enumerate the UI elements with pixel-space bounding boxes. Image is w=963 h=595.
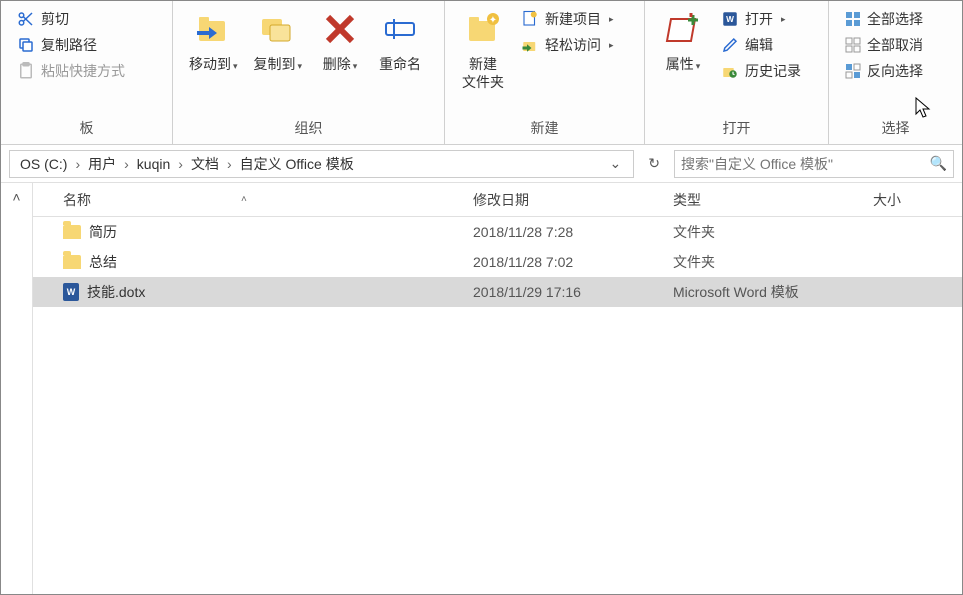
chevron-right-icon[interactable]: › [73, 156, 82, 172]
scissors-icon [17, 10, 35, 28]
cut-button[interactable]: 剪切 [13, 7, 129, 31]
column-headers: 名称 ˄ 修改日期 类型 大小 [33, 183, 962, 217]
file-name: 简历 [89, 222, 117, 242]
column-name[interactable]: 名称 ˄ [33, 190, 473, 210]
open-button[interactable]: W 打开▸ [717, 7, 805, 31]
rename-button[interactable]: 重命名 [370, 5, 430, 75]
search-box[interactable]: 🔍 [674, 150, 954, 178]
svg-text:✦: ✦ [489, 15, 497, 26]
address-bar: OS (C:)› 用户› kuqin› 文档› 自定义 Office 模板 ⌄ … [1, 145, 962, 183]
new-folder-button[interactable]: ✦ 新建 文件夹 [453, 5, 513, 93]
nav-tree-strip[interactable]: ˄ [1, 183, 33, 594]
column-size[interactable]: 大小 [873, 190, 962, 210]
clipboard-group-label: 板 [1, 114, 172, 144]
open-group-label: 打开 [645, 114, 828, 144]
file-name: 技能.dotx [87, 282, 145, 302]
delete-button[interactable]: 删除▾ [310, 5, 370, 75]
chevron-right-icon[interactable]: › [176, 156, 185, 172]
edit-button[interactable]: 编辑 [717, 33, 805, 57]
column-type[interactable]: 类型 [673, 190, 873, 210]
copy-path-icon [17, 36, 35, 54]
folder-icon [63, 255, 81, 269]
copy-to-button[interactable]: 复制到▾ [246, 5, 311, 75]
file-list: 名称 ˄ 修改日期 类型 大小 简历2018/11/28 7:28文件夹总结20… [33, 183, 962, 594]
paste-shortcut-label: 粘贴快捷方式 [41, 61, 125, 81]
ribbon-group-clipboard: 剪切 复制路径 粘贴快捷方式 板 [1, 1, 173, 144]
breadcrumb-dropdown-icon[interactable]: ⌄ [604, 153, 628, 174]
word-file-icon: W [63, 283, 79, 301]
edit-icon [721, 36, 739, 54]
cut-label: 剪切 [41, 9, 69, 29]
new-folder-icon: ✦ [463, 9, 503, 49]
new-group-label: 新建 [445, 114, 644, 144]
copy-path-button[interactable]: 复制路径 [13, 33, 129, 57]
file-type: 文件夹 [673, 252, 913, 272]
folder-icon [63, 225, 81, 239]
history-button[interactable]: 历史记录 [717, 59, 805, 83]
ribbon-group-organize: 移动到▾ 复制到▾ 删除▾ 重命名 组织 [173, 1, 445, 144]
move-to-icon [193, 9, 233, 49]
new-item-button[interactable]: 新建项目▸ [517, 7, 618, 31]
ribbon-group-select: 全部选择 全部取消 反向选择 选择 [829, 1, 962, 144]
select-all-button[interactable]: 全部选择 [841, 7, 927, 31]
table-row[interactable]: 总结 2018/11/28 7:02文件夹 [33, 247, 962, 277]
svg-text:W: W [726, 15, 734, 24]
delete-x-icon [322, 11, 358, 47]
file-name: 总结 [89, 252, 117, 272]
word-open-icon: W [721, 10, 739, 28]
crumb-0[interactable]: OS (C:) [16, 154, 71, 174]
refresh-button[interactable]: ↻ [642, 153, 666, 174]
easy-access-button[interactable]: 轻松访问▸ [517, 33, 618, 57]
invert-selection-icon [845, 63, 861, 79]
ribbon-group-new: ✦ 新建 文件夹 新建项目▸ 轻松访问▸ 新建 [445, 1, 645, 144]
chevron-right-icon[interactable]: › [122, 156, 131, 172]
breadcrumb[interactable]: OS (C:)› 用户› kuqin› 文档› 自定义 Office 模板 ⌄ [9, 150, 634, 178]
ribbon: 剪切 复制路径 粘贴快捷方式 板 移动到▾ 复制到▾ [1, 1, 962, 145]
ribbon-group-open: 属性▾ W 打开▸ 编辑 历史记录 打开 [645, 1, 829, 144]
file-type: Microsoft Word 模板 [673, 282, 913, 302]
select-group-label: 选择 [829, 114, 962, 144]
history-icon [721, 62, 739, 80]
invert-selection-button[interactable]: 反向选择 [841, 59, 927, 83]
rename-icon [380, 9, 420, 49]
file-rows: 简历2018/11/28 7:28文件夹总结2018/11/28 7:02文件夹… [33, 217, 962, 594]
copy-path-label: 复制路径 [41, 35, 97, 55]
move-to-button[interactable]: 移动到▾ [181, 5, 246, 75]
properties-icon [663, 9, 703, 49]
chevron-right-icon[interactable]: › [225, 156, 234, 172]
new-item-icon [521, 10, 539, 28]
search-input[interactable] [681, 156, 930, 172]
column-date[interactable]: 修改日期 [473, 190, 673, 210]
file-date: 2018/11/29 17:16 [473, 284, 673, 300]
table-row[interactable]: W 技能.dotx 2018/11/29 17:16Microsoft Word 模… [33, 277, 962, 307]
file-type: 文件夹 [673, 222, 913, 242]
paste-shortcut-button[interactable]: 粘贴快捷方式 [13, 59, 129, 83]
search-icon[interactable]: 🔍 [930, 155, 947, 172]
select-all-icon [845, 11, 861, 27]
crumb-1[interactable]: 用户 [84, 152, 120, 176]
select-none-button[interactable]: 全部取消 [841, 33, 927, 57]
paste-shortcut-icon [17, 62, 35, 80]
content-area: ˄ 名称 ˄ 修改日期 类型 大小 简历2018/11/28 7:28文件夹总结… [1, 183, 962, 594]
organize-group-label: 组织 [173, 114, 444, 144]
file-date: 2018/11/28 7:02 [473, 254, 673, 270]
sort-indicator-icon: ˄ [241, 194, 247, 205]
crumb-2[interactable]: kuqin [133, 154, 174, 174]
file-date: 2018/11/28 7:28 [473, 224, 673, 240]
chevron-up-icon[interactable]: ˄ [12, 189, 20, 205]
properties-button[interactable]: 属性▾ [653, 5, 713, 75]
select-none-icon [845, 37, 861, 53]
crumb-3[interactable]: 文档 [187, 152, 223, 176]
easy-access-icon [521, 36, 539, 54]
copy-to-icon [258, 9, 298, 49]
crumb-4[interactable]: 自定义 Office 模板 [236, 152, 358, 176]
table-row[interactable]: 简历 2018/11/28 7:28文件夹 [33, 217, 962, 247]
